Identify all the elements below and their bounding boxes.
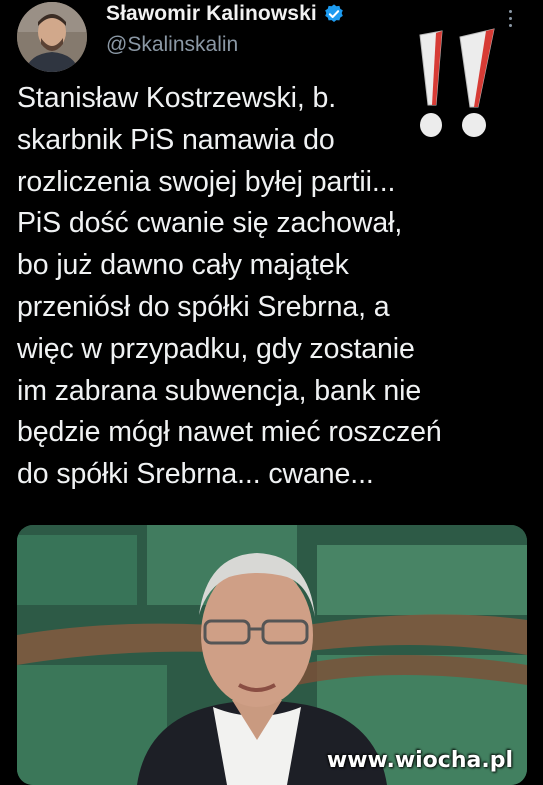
tweet-media-image[interactable]: www.wiocha.pl <box>17 525 527 785</box>
more-options-icon[interactable] <box>508 10 514 32</box>
verified-badge-icon <box>324 4 343 22</box>
author-handle[interactable]: @Skalinskalin <box>106 33 238 57</box>
photo-parliament-man <box>17 525 527 785</box>
watermark-text: www.wiocha.pl <box>326 748 513 773</box>
avatar[interactable] <box>17 2 87 72</box>
tweet-text: Stanisław Kostrzewski, b. skarbnik PiS n… <box>17 82 442 491</box>
display-name[interactable]: Sławomir Kalinowski <box>106 2 317 26</box>
author-name-row: Sławomir Kalinowski <box>106 2 345 26</box>
